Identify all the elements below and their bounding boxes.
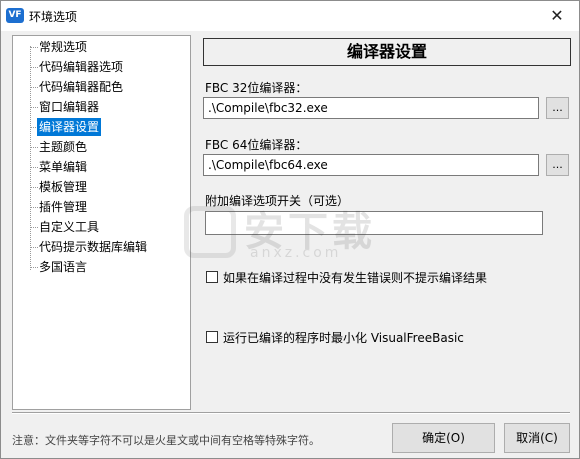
fbc32-browse-button[interactable]: ...	[546, 97, 569, 119]
footer-note: 注意：文件夹等字符不可以是火星文或中间有空格等特殊字符。	[12, 434, 320, 447]
environment-options-window: VF 环境选项 ✕ 常规选项 代码编辑器选项 代码编辑器配色 窗口编辑器 编译器…	[0, 0, 580, 459]
tree-item-label: 代码编辑器选项	[39, 60, 124, 74]
title-bar: VF 环境选项 ✕	[1, 1, 579, 31]
fbc64-path-input[interactable]	[203, 154, 539, 176]
tree-item-label: 自定义工具	[39, 220, 100, 234]
tree-item-label: 主题颜色	[39, 140, 88, 154]
tree-item-label: 代码编辑器配色	[39, 80, 124, 94]
footer-separator	[12, 412, 570, 414]
tree-item-label: 模板管理	[39, 180, 88, 194]
watermark-subtext: anxz.com	[250, 245, 342, 261]
tree-item-label: 编译器设置	[37, 118, 102, 136]
options-tree: 常规选项 代码编辑器选项 代码编辑器配色 窗口编辑器 编译器设置 主题颜色 菜单…	[12, 35, 191, 410]
tree-item-label: 菜单编辑	[39, 160, 88, 174]
tree-item-label: 多国语言	[39, 260, 88, 274]
tree-item-label: 代码提示数据库编辑	[39, 240, 148, 254]
minimize-checkbox[interactable]	[206, 331, 218, 343]
extra-options-input[interactable]	[205, 211, 543, 235]
extra-options-label: 附加编译选项开关（可选）	[205, 194, 350, 208]
tree-item-label: 窗口编辑器	[39, 100, 100, 114]
tree-connector-line	[30, 46, 31, 270]
no-prompt-label: 如果在编译过程中没有发生错误则不提示编译结果	[223, 271, 488, 285]
panel-header: 编译器设置	[203, 38, 571, 66]
fbc32-label: FBC 32位编译器：	[205, 81, 308, 95]
app-icon: VF	[6, 8, 24, 23]
fbc64-label: FBC 64位编译器：	[205, 138, 308, 152]
tree-item-label: 插件管理	[39, 200, 88, 214]
tree-item-label: 常规选项	[39, 40, 88, 54]
no-prompt-checkbox[interactable]	[206, 271, 218, 283]
ok-button[interactable]: 确定(O)	[392, 423, 495, 453]
window-title: 环境选项	[29, 10, 78, 24]
fbc32-path-input[interactable]	[203, 97, 539, 119]
cancel-button[interactable]: 取消(C)	[504, 423, 570, 453]
fbc64-browse-button[interactable]: ...	[546, 154, 569, 176]
close-icon[interactable]: ✕	[535, 1, 579, 31]
minimize-label: 运行已编译的程序时最小化 VisualFreeBasic	[223, 331, 464, 345]
